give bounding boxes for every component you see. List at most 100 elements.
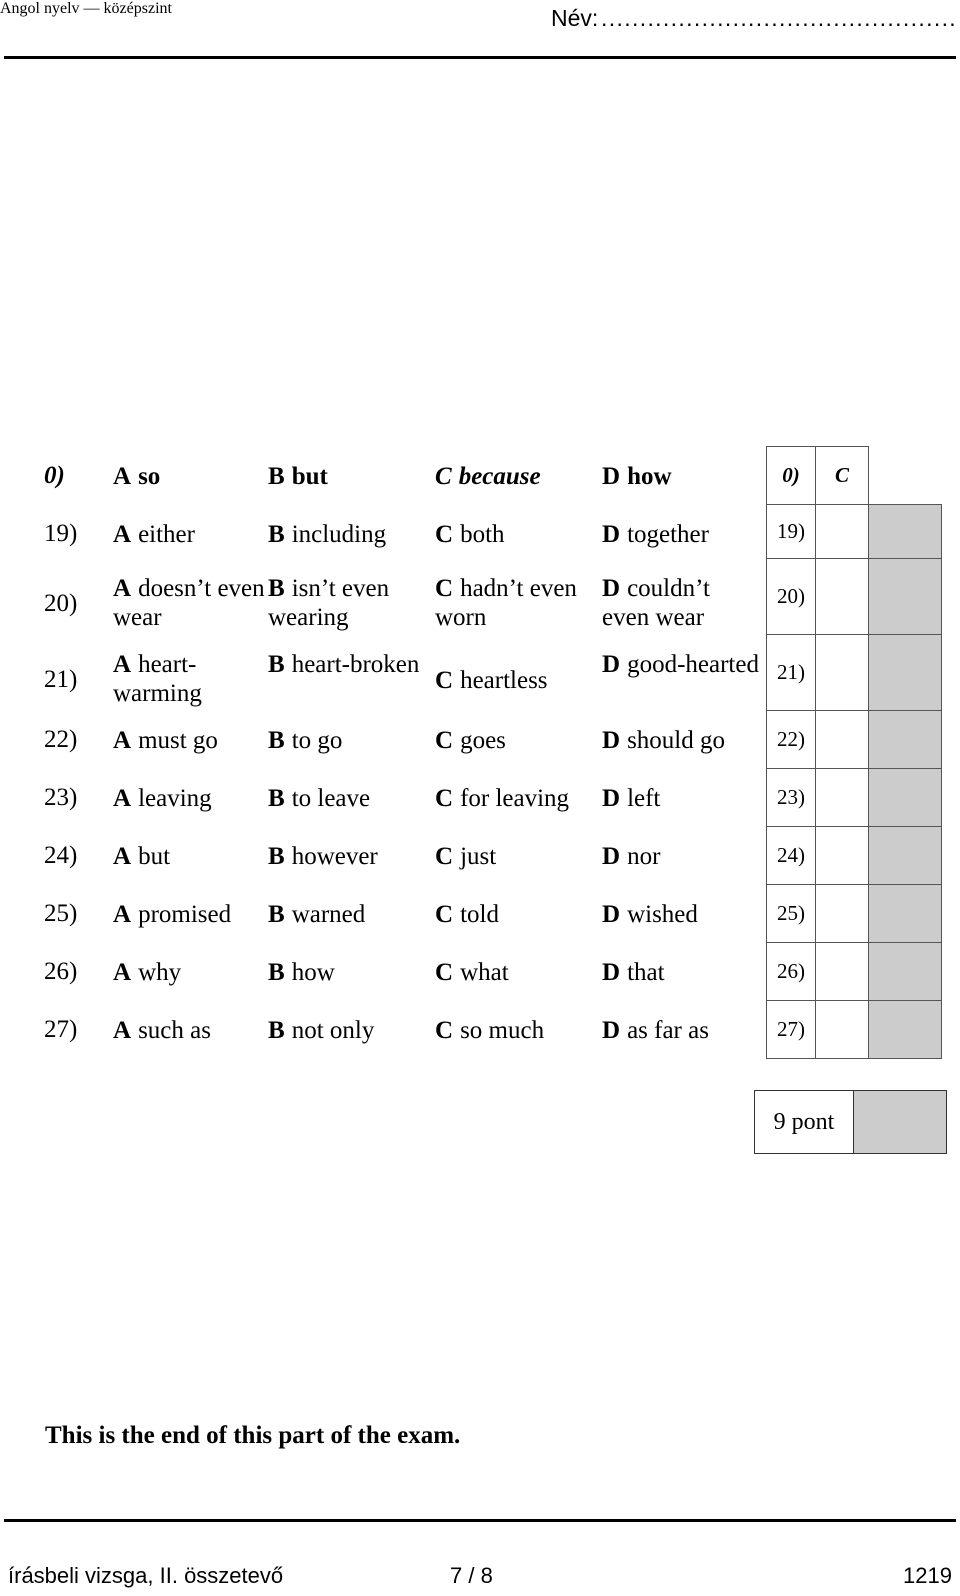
option-c[interactable]: Ctold [435,900,499,929]
option-a[interactable]: Asuch as [113,1016,211,1045]
answer-grid-answer-cell[interactable]: C [815,446,869,505]
answer-grid-marker-cell[interactable] [868,942,942,1001]
option-a[interactable]: Aleaving [113,784,212,813]
points-box-score-cell[interactable] [853,1090,947,1154]
option-c[interactable]: Cgoes [435,726,506,755]
answer-grid-marker-cell[interactable] [868,884,942,943]
option-c[interactable]: Cso much [435,1016,544,1045]
option-text: for leaving [460,785,570,812]
option-c[interactable]: Cboth [435,520,505,549]
question-number: 24) [44,842,78,869]
option-c[interactable]: Cwhat [435,958,509,987]
option-d[interactable]: Dcouldn’t even wear [602,574,762,632]
option-a[interactable]: Aheart-warming [113,650,273,708]
option-letter: C [435,521,454,548]
answer-grid-marker-cell[interactable] [868,710,942,769]
question-number: 26) [44,958,78,985]
option-a[interactable]: Abut [113,842,170,871]
answer-grid-number: 20) [766,558,816,635]
answer-grid-answer-cell[interactable] [815,634,869,711]
option-text: just [460,843,497,870]
option-c[interactable]: Cheartless [435,666,595,695]
answer-grid-number: 25) [766,884,816,943]
option-d[interactable]: Dthat [602,958,665,987]
option-text: so [138,463,161,490]
answer-grid-answer-cell[interactable] [815,768,869,827]
option-d[interactable]: Dshould go [602,726,725,755]
answer-grid-answer-cell[interactable] [815,826,869,885]
option-letter: D [602,727,621,754]
option-b[interactable]: Bbut [268,462,328,491]
option-a[interactable]: Adoesn’t even wear [113,574,273,632]
answer-grid-row: 22) [766,710,942,769]
answer-grid-number: 22) [766,710,816,769]
option-d[interactable]: Dnor [602,842,660,871]
answer-grid-marker-cell[interactable] [868,826,942,885]
option-text: because [458,463,541,490]
answer-grid-marker-cell[interactable] [868,768,942,827]
option-d[interactable]: Dtogether [602,520,709,549]
option-letter: B [268,521,285,548]
answer-grid-answer-cell[interactable] [815,1000,869,1059]
option-letter: B [268,575,285,602]
option-text: hadn’t even worn [435,575,577,631]
option-a[interactable]: Apromised [113,900,231,929]
option-letter: A [113,785,132,812]
option-text: how [627,463,672,490]
answer-grid-marker-cell[interactable] [868,504,942,559]
option-b[interactable]: Bincluding [268,520,386,549]
option-b[interactable]: Bhowever [268,842,378,871]
answer-grid-marker-cell[interactable] [868,558,942,635]
page-header: Angol nyelv — középszint Név: ..........… [0,0,960,60]
option-a[interactable]: Amust go [113,726,218,755]
answer-grid-answer-cell[interactable] [815,710,869,769]
option-b[interactable]: Bto leave [268,784,370,813]
option-text: must go [138,727,218,754]
option-d[interactable]: Dwished [602,900,698,929]
option-text: told [460,901,499,928]
question-number: 25) [44,900,78,927]
option-c[interactable]: Cjust [435,842,496,871]
question-number: 23) [44,784,78,811]
option-b[interactable]: Bhow [268,958,335,987]
option-letter: C [435,667,454,694]
option-text: that [627,959,665,986]
option-letter: B [268,1017,285,1044]
option-b[interactable]: Bto go [268,726,342,755]
option-b[interactable]: Bisn’t even wearing [268,574,428,632]
answer-grid-row: 23) [766,768,942,827]
answer-grid-answer-cell[interactable] [815,558,869,635]
option-letter: A [113,575,132,602]
option-d[interactable]: Dhow [602,462,672,491]
answer-grid-marker-cell[interactable] [868,634,942,711]
option-d[interactable]: Das far as [602,1016,709,1045]
option-d[interactable]: Dgood-hearted [602,650,762,679]
option-text: wished [627,901,698,928]
footer-exam-code: 1219 [903,1563,952,1588]
option-c[interactable]: Chadn’t even worn [435,574,595,632]
option-text: such as [138,1017,211,1044]
option-c[interactable]: Cbecause [435,462,541,491]
answer-grid-answer-cell[interactable] [815,884,869,943]
option-a[interactable]: Awhy [113,958,181,987]
closing-note: This is the end of this part of the exam… [45,1422,461,1449]
option-b[interactable]: Bwarned [268,900,365,929]
option-text: together [627,521,709,548]
question-number: 21) [44,666,78,693]
option-letter: A [113,959,132,986]
option-a[interactable]: Aso [113,462,160,491]
answer-grid-answer-cell[interactable] [815,504,869,559]
question-number: 20) [44,590,78,617]
answer-grid-answer-cell[interactable] [815,942,869,1001]
footer-page-number: 7 / 8 [450,1563,493,1588]
option-a[interactable]: Aeither [113,520,195,549]
option-b[interactable]: Bheart-broken [268,650,428,679]
option-text: heart-broken [291,651,420,678]
option-c[interactable]: Cfor leaving [435,784,569,813]
option-letter: D [602,521,621,548]
option-b[interactable]: Bnot only [268,1016,374,1045]
answer-grid-marker-cell[interactable] [868,1000,942,1059]
option-d[interactable]: Dleft [602,784,660,813]
option-text: both [460,521,505,548]
option-text: to leave [291,785,371,812]
